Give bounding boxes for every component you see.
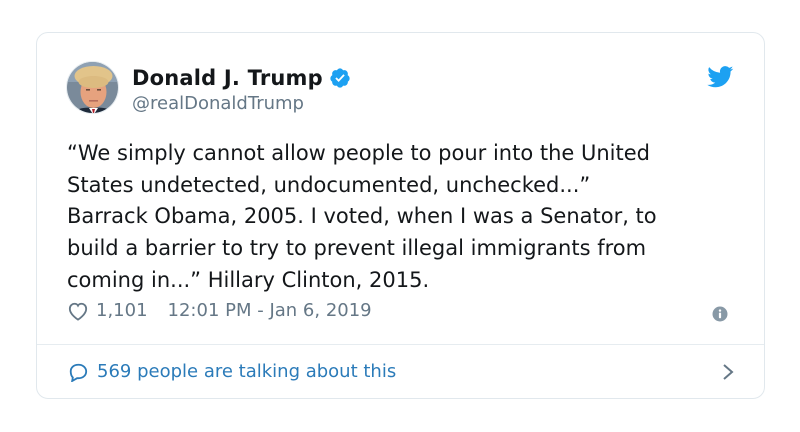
like-count[interactable]: 1,101 [96,300,148,321]
conversation-link[interactable]: 569 people are talking about this [67,344,734,399]
avatar-image [67,62,118,113]
twitter-bird-icon[interactable] [707,66,734,88]
author-name-row[interactable]: Donald J. Trump [132,66,351,90]
speech-bubble-icon [69,363,88,382]
avatar[interactable] [66,61,119,114]
author-display-name[interactable]: Donald J. Trump [132,66,323,90]
tweet-text: “We simply cannot allow people to pour i… [67,141,657,292]
chevron-right-icon[interactable] [722,363,734,381]
tweet-card[interactable]: Donald J. Trump @realDonaldTrump “We sim… [36,32,765,399]
author-handle[interactable]: @realDonaldTrump [132,93,304,114]
info-icon[interactable] [712,306,728,322]
heart-icon[interactable] [67,301,89,321]
tweet-meta-row: 1,101 12:01 PM - Jan 6, 2019 [67,300,372,321]
verified-badge-icon [330,68,350,88]
tweet-timestamp[interactable]: 12:01 PM - Jan 6, 2019 [168,300,372,321]
conversation-label[interactable]: 569 people are talking about this [97,361,396,382]
